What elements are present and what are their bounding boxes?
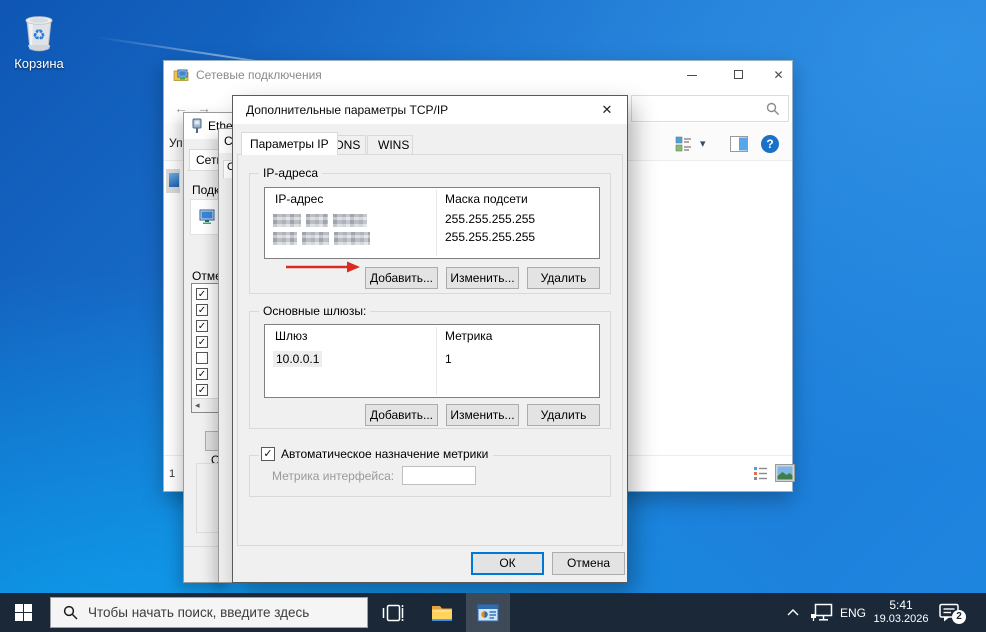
thumbnail-view-icon[interactable]	[775, 464, 795, 482]
interface-metric-input[interactable]	[402, 466, 476, 485]
preview-pane-icon[interactable]	[730, 136, 748, 152]
component-checkbox[interactable]: ✓	[196, 288, 208, 300]
view-options-icon[interactable]	[675, 136, 692, 153]
scroll-left-icon[interactable]: ◂	[195, 400, 200, 410]
time-value: 5:41	[870, 598, 932, 613]
taskbar: ENG 5:41 19.03.2026 2	[0, 593, 986, 632]
tab-wins[interactable]: WINS	[367, 135, 413, 155]
ip-remove-button[interactable]: Удалить	[527, 267, 600, 289]
window-minimize-button[interactable]	[671, 61, 713, 89]
component-checkbox[interactable]: ✓	[196, 336, 208, 348]
cancel-button[interactable]: Отмена	[552, 552, 625, 575]
tray-network-button[interactable]	[810, 602, 834, 626]
recycle-bin-shortcut[interactable]: ♻ Корзина	[8, 8, 70, 71]
connection-item-icon	[169, 173, 179, 187]
gateways-group: Основные шлюзы: Шлюз Метрика 10.0.0.1 1 …	[249, 311, 611, 429]
automatic-metric-group: ✓ Автоматическое назначение метрики Метр…	[249, 455, 611, 497]
network-status-icon	[810, 602, 834, 623]
close-icon: ✕	[773, 61, 783, 89]
advanced-tcpip-dialog: Дополнительные параметры TCP/IP ✕ Параме…	[232, 95, 628, 583]
items-count: 1	[169, 468, 175, 480]
component-checkbox[interactable]: ✓	[196, 368, 208, 380]
explorer-search-box[interactable]	[631, 95, 789, 122]
help-icon[interactable]: ?	[761, 135, 779, 153]
gateway-value[interactable]: 10.0.0.1	[273, 351, 322, 367]
redacted-ip-value	[273, 232, 375, 245]
task-view-button[interactable]	[373, 593, 413, 632]
details-view-icon[interactable]	[753, 466, 768, 481]
ip-column-header: IP-адрес	[275, 192, 323, 206]
ipv4-properties-dialog-sliver: Свойства Общие	[218, 128, 232, 583]
ipv4-tab-general-fragment[interactable]: Общие	[223, 160, 232, 178]
network-connections-taskbar-button[interactable]	[466, 593, 510, 632]
dialog-titlebar[interactable]: Дополнительные параметры TCP/IP ✕	[233, 96, 627, 124]
interface-metric-label: Метрика интерфейса:	[272, 469, 394, 483]
gateway-edit-button[interactable]: Изменить...	[446, 404, 519, 426]
automatic-metric-row[interactable]: ✓ Автоматическое назначение метрики	[259, 447, 493, 461]
ethernet-plug-icon	[191, 118, 203, 134]
gateway-add-button[interactable]: Добавить...	[365, 404, 438, 426]
window-title: Сетевые подключения	[196, 68, 322, 82]
ip-addresses-group-label: IP-адреса	[259, 166, 322, 180]
dialog-close-button[interactable]: ✕	[591, 99, 623, 121]
network-adapter-icon	[199, 208, 217, 226]
component-checkbox[interactable]: ✓	[196, 304, 208, 316]
window-titlebar[interactable]: Сетевые подключения ✕	[164, 61, 792, 89]
gateway-metric-value: 1	[445, 352, 452, 366]
search-icon	[766, 102, 780, 116]
gateway-remove-button[interactable]: Удалить	[527, 404, 600, 426]
maximize-icon	[734, 70, 743, 79]
ok-button[interactable]: ОК	[471, 552, 544, 575]
connection-item-fragment[interactable]	[166, 169, 180, 193]
file-explorer-icon	[430, 601, 454, 625]
window-maximize-button[interactable]	[717, 61, 759, 89]
ipv4-dialog-title-fragment: Свойства	[224, 134, 232, 148]
metric-column-header: Метрика	[445, 329, 492, 343]
chevron-down-icon[interactable]: ▾	[700, 137, 706, 150]
redacted-ip-value	[273, 214, 372, 227]
ip-addresses-group: IP-адреса IP-адрес Маска подсети 255.255…	[249, 173, 611, 294]
ip-addresses-list[interactable]: IP-адрес Маска подсети 255.255.255.255 2…	[264, 187, 600, 259]
window-close-button[interactable]: ✕	[763, 61, 794, 89]
automatic-metric-checkbox[interactable]: ✓	[261, 447, 275, 461]
ipv4-dialog-titlebar: Свойства	[219, 129, 232, 153]
notification-badge: 2	[952, 610, 966, 624]
search-icon	[63, 605, 78, 620]
clock[interactable]: 5:41 19.03.2026	[870, 598, 932, 627]
taskbar-search-input[interactable]	[88, 605, 348, 620]
subnet-mask-value: 255.255.255.255	[445, 212, 535, 226]
file-explorer-button[interactable]	[422, 593, 462, 632]
automatic-metric-label: Автоматическое назначение метрики	[281, 447, 488, 461]
desktop: ♻ Корзина Сетевые подключения ✕ ← →	[0, 0, 986, 632]
column-divider	[436, 327, 437, 395]
start-button[interactable]	[0, 593, 48, 632]
recycle-bin-label: Корзина	[8, 56, 70, 71]
mask-column-header: Маска подсети	[445, 192, 528, 206]
ip-add-button[interactable]: Добавить...	[365, 267, 438, 289]
network-connections-app-icon	[476, 601, 500, 625]
recycle-bin-icon: ♻	[19, 8, 59, 54]
taskbar-search-box[interactable]	[50, 597, 368, 628]
gateways-list[interactable]: Шлюз Метрика 10.0.0.1 1	[264, 324, 600, 398]
gateways-group-label: Основные шлюзы:	[259, 304, 370, 318]
network-connections-window-icon	[173, 67, 189, 83]
recycle-symbol: ♻	[32, 26, 45, 44]
chevron-up-icon	[786, 607, 800, 617]
date-value: 19.03.2026	[870, 613, 932, 627]
component-checkbox[interactable]: ✓	[196, 384, 208, 396]
dialog-title: Дополнительные параметры TCP/IP	[246, 103, 448, 117]
task-view-icon	[381, 601, 405, 625]
subnet-mask-value: 255.255.255.255	[445, 230, 535, 244]
windows-logo-icon	[15, 604, 32, 621]
gateway-column-header: Шлюз	[275, 329, 308, 343]
component-checkbox[interactable]: ✓	[196, 320, 208, 332]
minimize-icon	[687, 75, 697, 76]
language-indicator[interactable]: ENG	[840, 606, 866, 620]
ip-edit-button[interactable]: Изменить...	[446, 267, 519, 289]
annotation-arrow-icon	[284, 260, 364, 274]
tab-ip-settings[interactable]: Параметры IP	[241, 132, 338, 155]
component-checkbox-unchecked[interactable]	[196, 352, 208, 364]
tray-expand-button[interactable]	[786, 606, 800, 620]
column-divider	[436, 190, 437, 256]
